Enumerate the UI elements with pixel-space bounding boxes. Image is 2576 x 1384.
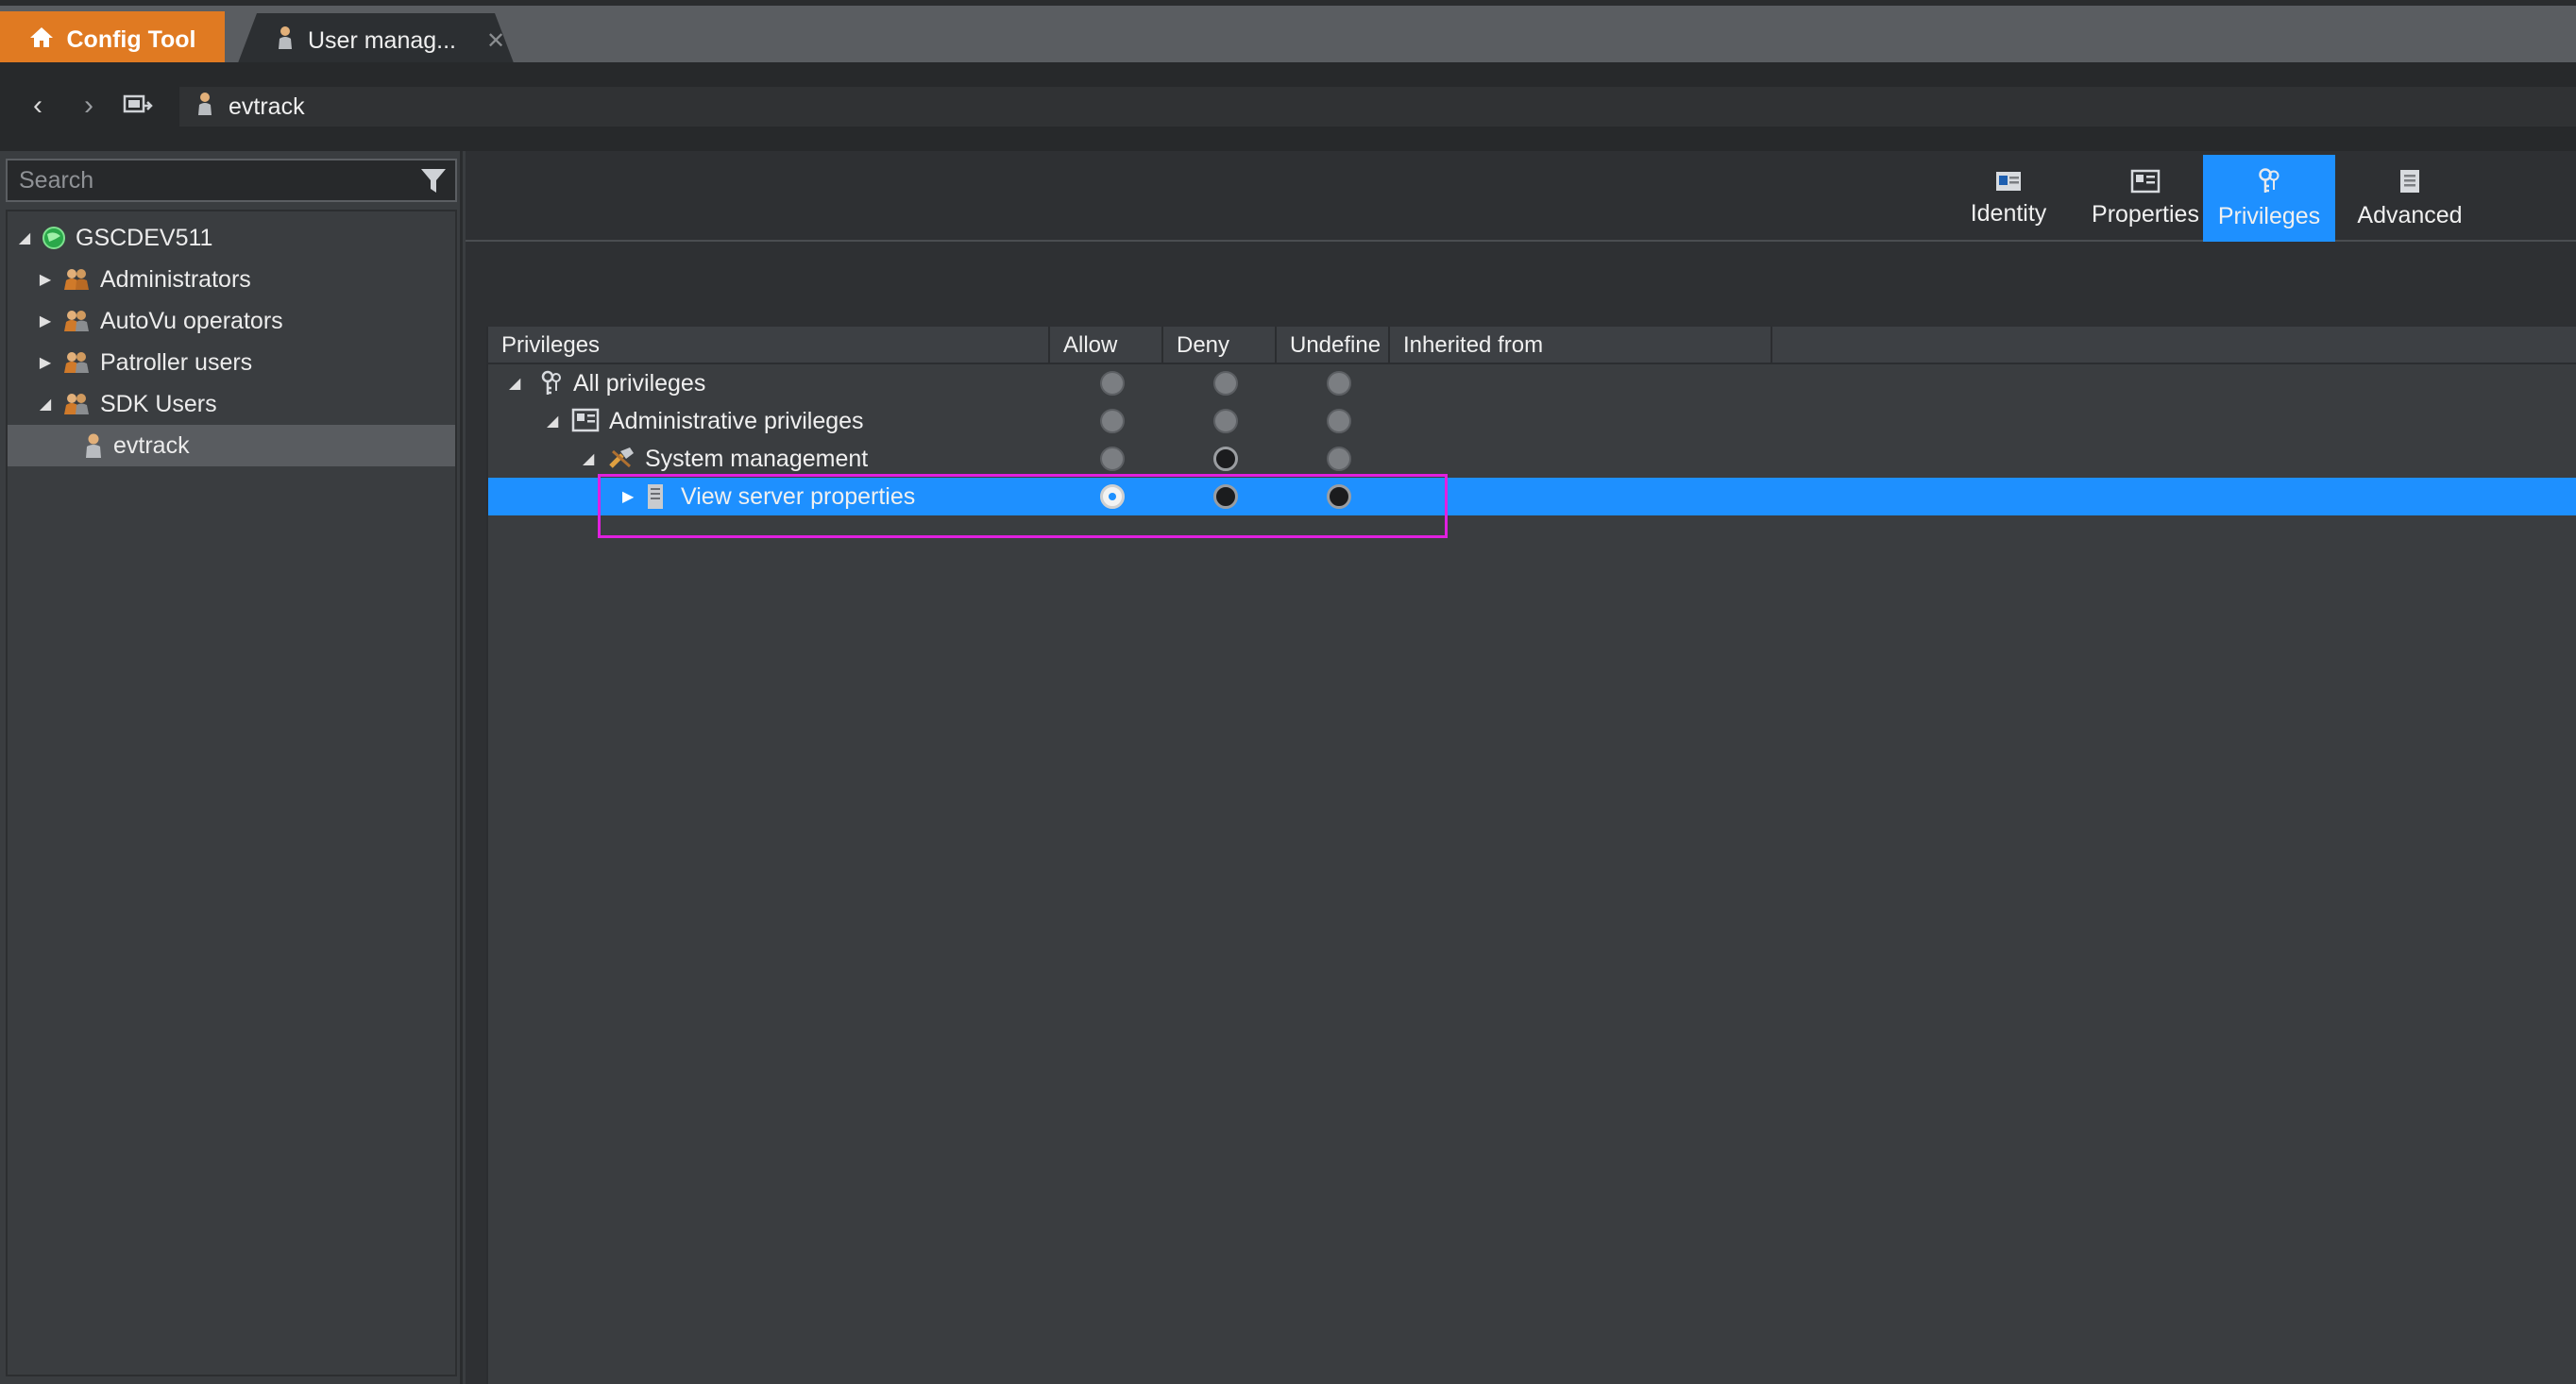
undefine-radio[interactable]	[1327, 409, 1351, 433]
tab-properties[interactable]: Properties	[2075, 155, 2216, 242]
search-input[interactable]: Search	[6, 159, 457, 202]
privilege-row[interactable]: ◢ All privileges	[488, 364, 2576, 402]
main-content: Identity Properties Privileges Advanced …	[466, 151, 2576, 1384]
allow-radio[interactable]	[1100, 447, 1125, 471]
chevron-right-icon: ›	[84, 90, 93, 121]
column-header-privileges[interactable]: Privileges	[488, 327, 1050, 364]
allow-radio[interactable]	[1100, 371, 1125, 396]
navigation-bar: ‹ › evtrack	[0, 62, 2576, 151]
privilege-label: Administrative privileges	[609, 407, 864, 434]
column-header-allow[interactable]: Allow	[1050, 327, 1163, 364]
page-tabs: Identity Properties Privileges Advanced	[466, 151, 2576, 242]
admin-privileges-icon	[571, 408, 600, 432]
undefine-radio[interactable]	[1327, 447, 1351, 471]
tab-config-tool-label: Config Tool	[66, 25, 196, 53]
close-icon[interactable]: ✕	[486, 27, 505, 55]
deny-radio[interactable]	[1213, 371, 1238, 396]
back-button[interactable]: ‹	[21, 89, 55, 123]
tree-item-sdk-users[interactable]: ◢ SDK Users	[8, 383, 455, 425]
tree-item-root[interactable]: ◢ GSCDEV511	[8, 217, 455, 259]
deny-radio[interactable]	[1213, 447, 1238, 471]
entity-browser-button[interactable]	[121, 89, 155, 123]
tab-bar: Config Tool User manag... ✕	[0, 0, 2576, 68]
advanced-icon	[2400, 169, 2419, 193]
collapse-icon[interactable]: ◢	[583, 449, 594, 468]
entity-tree: ◢ GSCDEV511 ▶ Administrators ▶ AutoVu op…	[6, 210, 457, 1376]
tab-label: Privileges	[2217, 202, 2321, 229]
tree-item-patroller-users[interactable]: ▶ Patroller users	[8, 342, 455, 383]
privileges-icon	[539, 370, 564, 397]
undefine-radio[interactable]	[1327, 371, 1351, 396]
privileges-grid: Privileges Allow Deny Undefine Inherited…	[486, 327, 2576, 1384]
privilege-label: View server properties	[681, 482, 916, 510]
user-group-icon	[62, 309, 91, 333]
column-header-inherited-from[interactable]: Inherited from	[1390, 327, 1772, 364]
tree-item-label: SDK Users	[100, 390, 217, 417]
identity-icon	[1996, 171, 2021, 191]
tree-item-label: Patroller users	[100, 348, 253, 376]
user-icon	[276, 25, 295, 58]
user-group-icon	[62, 267, 91, 292]
properties-icon	[2130, 169, 2161, 193]
breadcrumb-label: evtrack	[229, 93, 305, 120]
allow-radio[interactable]	[1100, 484, 1125, 509]
tab-label: Advanced	[2357, 201, 2463, 228]
privilege-row[interactable]: ◢ Administrative privileges	[488, 402, 2576, 440]
tree-item-label: Administrators	[100, 265, 251, 293]
expand-icon[interactable]: ▶	[622, 487, 634, 506]
collapse-icon[interactable]: ◢	[547, 412, 558, 430]
collapse-icon[interactable]: ◢	[36, 395, 55, 414]
privilege-row-selected[interactable]: ▶ View server properties	[488, 478, 2576, 515]
chevron-left-icon: ‹	[33, 90, 42, 121]
expand-icon[interactable]: ▶	[36, 270, 55, 289]
tab-privileges[interactable]: Privileges	[2203, 155, 2335, 242]
collapse-icon[interactable]: ◢	[509, 374, 520, 393]
privilege-label: All privileges	[573, 369, 706, 397]
tree-item-label: evtrack	[113, 431, 190, 459]
expand-icon[interactable]: ▶	[36, 312, 55, 330]
deny-radio[interactable]	[1213, 409, 1238, 433]
entity-tree-panel: Search ◢ GSCDEV511 ▶ Administrators ▶ Au…	[0, 151, 463, 1384]
search-placeholder: Search	[19, 166, 94, 194]
tree-item-label: AutoVu operators	[100, 307, 283, 334]
undefine-radio[interactable]	[1327, 484, 1351, 509]
user-icon	[196, 92, 213, 123]
allow-radio[interactable]	[1100, 409, 1125, 433]
expand-icon[interactable]: ▶	[36, 353, 55, 372]
home-icon	[29, 25, 54, 55]
tab-identity[interactable]: Identity	[1952, 155, 2065, 242]
tab-label: Identity	[1970, 199, 2047, 227]
deny-radio[interactable]	[1213, 484, 1238, 509]
tab-user-management[interactable]: User manag... ✕	[236, 13, 516, 68]
entity-browser-icon	[123, 94, 153, 113]
column-header-deny[interactable]: Deny	[1163, 327, 1277, 364]
privileges-icon	[2259, 167, 2279, 193]
tree-item-administrators[interactable]: ▶ Administrators	[8, 259, 455, 300]
tab-user-management-label: User manag...	[308, 26, 457, 54]
privilege-label: System management	[645, 445, 869, 472]
collapse-icon[interactable]: ◢	[15, 228, 34, 247]
tools-icon	[607, 446, 636, 472]
globe-icon	[42, 226, 66, 250]
server-icon	[645, 482, 666, 511]
tree-item-evtrack[interactable]: evtrack	[8, 425, 455, 466]
user-icon	[83, 432, 104, 459]
privilege-row[interactable]: ◢ System management	[488, 440, 2576, 478]
tab-advanced[interactable]: Advanced	[2343, 155, 2477, 242]
tab-label: Properties	[2092, 200, 2199, 228]
forward-button[interactable]: ›	[72, 89, 106, 123]
user-group-icon	[62, 350, 91, 375]
tree-item-label: GSCDEV511	[76, 224, 213, 251]
tree-item-autovu-operators[interactable]: ▶ AutoVu operators	[8, 300, 455, 342]
user-group-icon	[62, 392, 91, 416]
column-header-undefine[interactable]: Undefine	[1277, 327, 1390, 364]
filter-icon[interactable]	[419, 166, 448, 203]
breadcrumb[interactable]: evtrack	[179, 87, 2576, 127]
grid-header: Privileges Allow Deny Undefine Inherited…	[488, 327, 2576, 364]
tab-config-tool[interactable]: Config Tool	[0, 11, 225, 68]
